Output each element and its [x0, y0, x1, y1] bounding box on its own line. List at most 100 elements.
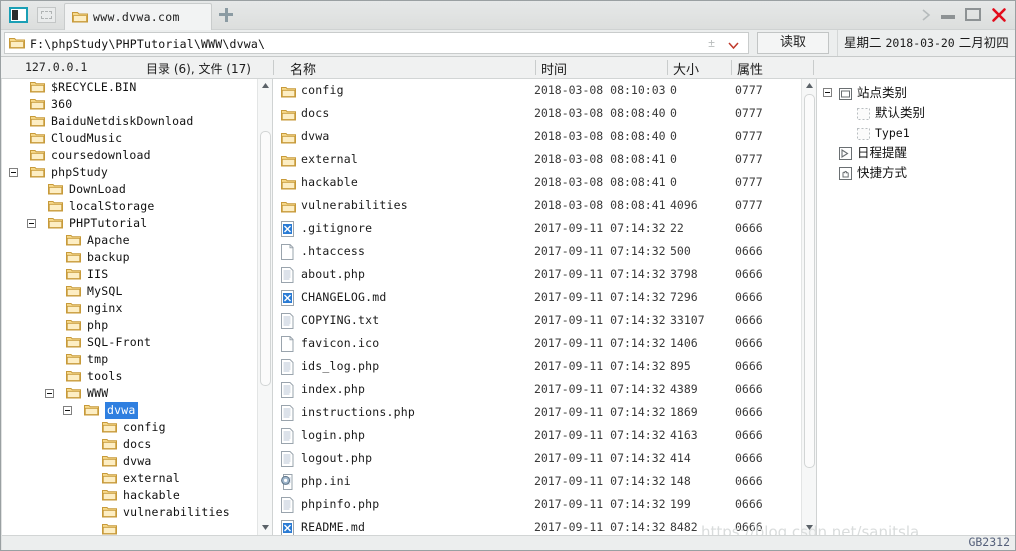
new-tab-button[interactable]	[219, 8, 233, 22]
tree-item[interactable]: DownLoad	[2, 181, 258, 198]
tree-item[interactable]: backup	[2, 249, 258, 266]
file-attr-cell: 0666	[735, 474, 763, 488]
site-category-item[interactable]: 日程提醒	[817, 143, 1015, 163]
tree-item[interactable]: coursedownload	[2, 147, 258, 164]
site-category-item[interactable]: 站点类别	[817, 83, 1015, 103]
table-row[interactable]: vulnerabilities 2018-03-08 08:08:41 4096 07…	[273, 194, 801, 217]
tree-item-label: hackable	[123, 488, 180, 502]
site-category-item[interactable]: 默认类别	[817, 103, 1015, 123]
tree-collapse-toggle-icon[interactable]	[63, 406, 72, 415]
file-size-cell: 500	[670, 244, 691, 258]
read-button[interactable]: 读取	[757, 32, 829, 54]
tree-item[interactable]: nginx	[2, 300, 258, 317]
column-header-attr[interactable]: 属性	[737, 59, 763, 78]
site-category-label: 日程提醒	[857, 145, 908, 160]
table-row[interactable]: config 2018-03-08 08:10:03 0 0777	[273, 79, 801, 102]
tree-item[interactable]: 360	[2, 96, 258, 113]
table-row[interactable]: hackable 2018-03-08 08:08:41 0 0777	[273, 171, 801, 194]
table-row[interactable]: instructions.php 2017-09-11 07:14:32 1869 0…	[273, 401, 801, 424]
scroll-down-arrow[interactable]	[258, 521, 273, 535]
site-category-item[interactable]: 快捷方式	[817, 163, 1015, 183]
tree-item[interactable]: hackable	[2, 487, 258, 504]
tree-item[interactable]: tools	[2, 368, 258, 385]
table-row[interactable]: phpinfo.php 2017-09-11 07:14:32 199 0666	[273, 493, 801, 516]
tab-www-dvwa-com[interactable]: www.dvwa.com	[64, 3, 212, 30]
table-row[interactable]: docs 2018-03-08 08:08:40 0 0777	[273, 102, 801, 125]
tree-item[interactable]: tmp	[2, 351, 258, 368]
column-header-name[interactable]: 名称	[290, 59, 316, 78]
plus-minus-icon[interactable]: ±	[705, 37, 718, 50]
tree-item[interactable]: dvwa	[2, 402, 258, 419]
date-label: 2018-03-20	[885, 36, 955, 50]
tab-label: www.dvwa.com	[93, 10, 180, 24]
file-attr-cell: 0666	[735, 244, 763, 258]
file-attr-cell: 0666	[735, 405, 763, 419]
column-header-time[interactable]: 时间	[541, 59, 567, 78]
tree-item[interactable]: php	[2, 317, 258, 334]
tree-item[interactable]: WWW	[2, 385, 258, 402]
maximize-button[interactable]	[965, 8, 981, 21]
file-name-cell: config	[301, 83, 344, 97]
tree-item[interactable]: PHPTutorial	[2, 215, 258, 232]
tree-item[interactable]: dvwa	[2, 453, 258, 470]
table-row[interactable]: about.php 2017-09-11 07:14:32 3798 0666	[273, 263, 801, 286]
close-button[interactable]	[991, 7, 1007, 22]
chevron-down-icon[interactable]	[727, 39, 740, 50]
scroll-thumb[interactable]	[260, 131, 271, 386]
table-row[interactable]: COPYING.txt 2017-09-11 07:14:32 33107 0666	[273, 309, 801, 332]
table-row[interactable]: .htaccess 2017-09-11 07:14:32 500 0666	[273, 240, 801, 263]
file-size-cell: 0	[670, 152, 677, 166]
file-name-cell: php.ini	[301, 474, 351, 488]
file-time-cell: 2018-03-08 08:08:40	[534, 129, 666, 143]
table-row[interactable]: favicon.ico 2017-09-11 07:14:32 1406 0666	[273, 332, 801, 355]
panel-toggle-icon[interactable]	[9, 7, 28, 23]
site-category-item[interactable]: Type1	[817, 123, 1015, 143]
tree-item[interactable]: localStorage	[2, 198, 258, 215]
tree-item-label: PHPTutorial	[69, 216, 148, 230]
tree-item[interactable]: SQL-Front	[2, 334, 258, 351]
chevron-right-icon[interactable]	[921, 8, 933, 22]
column-header-size[interactable]: 大小	[673, 59, 699, 78]
tree-item-label: tmp	[87, 352, 109, 366]
select-region-icon[interactable]	[37, 7, 56, 23]
tree-scrollbar[interactable]	[257, 79, 272, 535]
tree-item[interactable]	[2, 521, 258, 535]
tree-collapse-toggle-icon[interactable]	[9, 168, 18, 177]
tree-collapse-toggle-icon[interactable]	[27, 219, 36, 228]
table-row[interactable]: login.php 2017-09-11 07:14:32 4163 0666	[273, 424, 801, 447]
tree-item[interactable]: IIS	[2, 266, 258, 283]
file-time-cell: 2018-03-08 08:08:41	[534, 198, 666, 212]
path-input[interactable]: F:\phpStudy\PHPTutorial\WWW\dvwa\ ±	[4, 32, 749, 54]
file-name-cell: phpinfo.php	[301, 497, 380, 511]
tree-collapse-toggle-icon[interactable]	[823, 88, 832, 97]
table-row[interactable]: dvwa 2018-03-08 08:08:40 0 0777	[273, 125, 801, 148]
table-row[interactable]: CHANGELOG.md 2017-09-11 07:14:32 7296 0666	[273, 286, 801, 309]
scroll-up-arrow[interactable]	[258, 79, 273, 93]
file-attr-cell: 0666	[735, 359, 763, 373]
scroll-thumb[interactable]	[804, 94, 815, 468]
table-row[interactable]: index.php 2017-09-11 07:14:32 4389 0666	[273, 378, 801, 401]
site-category-tree: 站点类别 默认类别 Type1 日程提醒快捷方式	[817, 79, 1015, 183]
tree-item[interactable]: docs	[2, 436, 258, 453]
tree-collapse-toggle-icon[interactable]	[45, 389, 54, 398]
tree-item[interactable]: Apache	[2, 232, 258, 249]
tree-item[interactable]: MySQL	[2, 283, 258, 300]
file-list-scrollbar[interactable]	[801, 79, 816, 535]
table-row[interactable]: logout.php 2017-09-11 07:14:32 414 0666	[273, 447, 801, 470]
tree-item-label: $RECYCLE.BIN	[51, 80, 137, 94]
tree-item[interactable]: external	[2, 470, 258, 487]
tree-item[interactable]: CloudMusic	[2, 130, 258, 147]
tree-item[interactable]: phpStudy	[2, 164, 258, 181]
tree-item[interactable]: BaiduNetdiskDownload	[2, 113, 258, 130]
tree-item[interactable]: config	[2, 419, 258, 436]
table-row[interactable]: ids_log.php 2017-09-11 07:14:32 895 0666	[273, 355, 801, 378]
scroll-down-arrow[interactable]	[802, 521, 817, 535]
table-row[interactable]: .gitignore 2017-09-11 07:14:32 22 0666	[273, 217, 801, 240]
table-row[interactable]: php.ini 2017-09-11 07:14:32 148 0666	[273, 470, 801, 493]
scroll-up-arrow[interactable]	[802, 79, 817, 93]
tree-item[interactable]: $RECYCLE.BIN	[2, 79, 258, 96]
tree-item[interactable]: vulnerabilities	[2, 504, 258, 521]
table-row[interactable]: README.md 2017-09-11 07:14:32 8482 0666	[273, 516, 801, 535]
table-row[interactable]: external 2018-03-08 08:08:41 0 0777	[273, 148, 801, 171]
minimize-button[interactable]	[941, 15, 955, 19]
